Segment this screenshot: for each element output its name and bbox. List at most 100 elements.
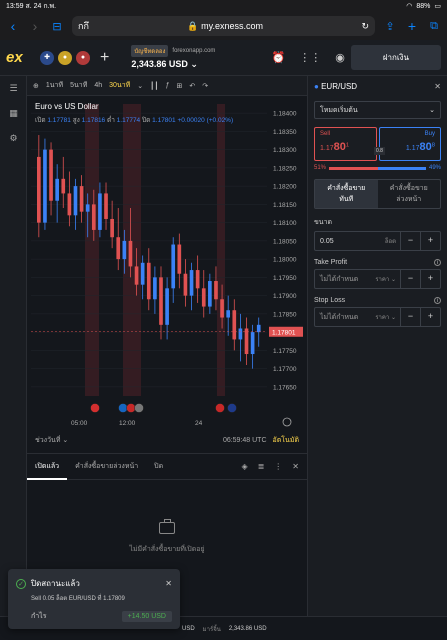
more-icon[interactable]: ⋮: [274, 462, 282, 471]
layout-icon[interactable]: ⊞: [176, 82, 182, 90]
candle-body: [43, 149, 47, 223]
y-tick-label: 1.17850: [273, 311, 297, 318]
last-price-label: 1.17801: [272, 329, 296, 336]
date: ส. 24 ก.พ.: [25, 2, 57, 10]
undo-icon[interactable]: ↶: [189, 82, 195, 90]
indicators-icon[interactable]: ƒ: [166, 82, 170, 89]
take-profit-increase-button[interactable]: +: [420, 269, 440, 289]
buy-button[interactable]: Buy 1.17808: [378, 127, 441, 161]
mode-select-value: โหมดเริ่มต้น: [320, 106, 358, 114]
back-icon[interactable]: ‹: [6, 18, 20, 34]
flag-gold-icon[interactable]: ●: [58, 50, 72, 65]
server-time: 06:59:48 UTC: [222, 437, 267, 444]
chart-canvas[interactable]: 1.18400 1.18350 1.18300 1.18250 1.18200 1.181…: [27, 96, 307, 431]
info-icon[interactable]: i: [434, 259, 441, 266]
take-profit-unit[interactable]: ราคา ⌄: [375, 274, 400, 284]
calendar-icon[interactable]: ▦: [0, 101, 27, 126]
candle-body: [238, 328, 243, 340]
date-range-selector[interactable]: ช่วงวันที่ ⌄: [35, 435, 68, 446]
low-label: ต่ำ: [106, 117, 115, 124]
menu-icon[interactable]: ☰: [0, 76, 27, 101]
candle-body: [67, 193, 72, 216]
candle-type-icon[interactable]: ┃┃: [150, 82, 158, 90]
timeframe-30m[interactable]: 30นาที: [109, 80, 130, 91]
mode-select[interactable]: โหมดเริ่มต้น ⌄: [314, 101, 441, 119]
layers-icon[interactable]: ◈: [241, 462, 247, 471]
add-instrument-button[interactable]: +: [100, 49, 109, 67]
event-marker-icon: [118, 403, 128, 413]
close-icon[interactable]: ✕: [292, 462, 299, 471]
tabs-icon[interactable]: ⧉: [427, 20, 441, 33]
timeframe-5m[interactable]: 5นาที: [70, 80, 87, 91]
stop-loss-increase-button[interactable]: +: [420, 307, 440, 327]
session-band: [217, 104, 225, 396]
logo[interactable]: ex: [6, 49, 32, 66]
price-chart[interactable]: 1.18400 1.18350 1.18300 1.18250 1.18200 1.181…: [27, 96, 307, 450]
take-profit-input[interactable]: ไม่ได้กำหนด: [315, 274, 375, 285]
battery-percent: 88%: [416, 2, 431, 10]
low-value: 1.17774: [116, 117, 141, 124]
deposit-button[interactable]: ฝากเงิน: [350, 45, 441, 70]
tab-pending[interactable]: คำสั่งซื้อขายล่วงหน้า: [67, 454, 146, 480]
take-profit-decrease-button[interactable]: −: [400, 269, 420, 289]
timeframe-4h[interactable]: 4h: [94, 82, 102, 89]
buy-price-small: 8: [431, 142, 435, 149]
tab-closed[interactable]: ปิด: [146, 454, 171, 480]
sentiment-bar: 51% 49%: [314, 165, 441, 171]
stack-icon[interactable]: ≣: [258, 462, 265, 471]
clock: 13:59: [6, 2, 24, 10]
ohlc-legend: เปิด 1.17781 สูง 1.17816 ต่ำ 1.17774 ปิด…: [35, 115, 233, 125]
book-icon[interactable]: ⊟: [50, 20, 64, 33]
flag-gb-icon[interactable]: ✚: [40, 50, 54, 65]
profile-icon[interactable]: ◉: [335, 51, 345, 64]
y-tick-label: 1.18300: [273, 147, 297, 154]
redo-icon[interactable]: ↷: [202, 82, 208, 90]
volume-stepper: 0.05 ล็อต − +: [314, 231, 441, 251]
url-text: my.exness.com: [201, 20, 263, 31]
chevron-down-icon[interactable]: ⌄: [137, 82, 143, 90]
candle-body: [91, 204, 96, 230]
margin-label: มาร์จิ้น: [202, 626, 221, 633]
timeframe-1m[interactable]: 1นาที: [46, 80, 63, 91]
empty-state-text: ไม่มีคำสั่งซื้อขายที่เปิดอยู่: [129, 546, 205, 553]
share-icon[interactable]: ⇪: [383, 20, 397, 33]
close-icon[interactable]: ✕: [434, 82, 441, 91]
stop-loss-input[interactable]: ไม่ได้กำหนด: [315, 312, 375, 323]
reload-icon[interactable]: ↻: [361, 21, 369, 32]
stop-loss-unit[interactable]: ราคา ⌄: [375, 312, 400, 322]
alarm-icon[interactable]: ⏰: [272, 51, 286, 64]
candle-body: [134, 266, 139, 285]
volume-input[interactable]: 0.05: [315, 238, 385, 245]
session-band: [85, 104, 99, 396]
candle-body: [61, 178, 66, 194]
y-tick-label: 1.18200: [273, 184, 297, 191]
candle-body: [159, 277, 163, 325]
tab-pending-order[interactable]: คำสั่งซื้อขาย ล่วงหน้า: [378, 180, 441, 208]
x-tick-label: 12:00: [119, 420, 136, 427]
info-icon[interactable]: i: [434, 297, 441, 304]
buy-price-main: 1.17: [405, 145, 420, 152]
volume-decrease-button[interactable]: −: [400, 231, 420, 251]
flag-eu-icon[interactable]: ●: [76, 50, 90, 65]
tab-market-order[interactable]: คำสั่งซื้อขาย ทันที: [315, 180, 378, 208]
stop-loss-decrease-button[interactable]: −: [400, 307, 420, 327]
candle-body: [177, 244, 182, 274]
forward-icon[interactable]: ›: [28, 18, 42, 34]
tab-open[interactable]: เปิดแล้ว: [27, 454, 68, 480]
apps-grid-icon[interactable]: ⋮⋮: [299, 51, 321, 64]
candle-body: [244, 328, 249, 355]
buy-label: Buy: [424, 131, 435, 137]
account-selector[interactable]: บัญชีทดลอง forexonapp.com 2,343.86 USD ⌄: [131, 45, 215, 70]
settings-icon[interactable]: ⚙: [0, 126, 27, 151]
x-tick-label: 05:00: [71, 420, 88, 427]
close-icon[interactable]: ✕: [165, 579, 172, 588]
sell-button[interactable]: Sell 1.17801: [314, 127, 377, 161]
volume-increase-button[interactable]: +: [420, 231, 440, 251]
change-value: +0.00020 (+0.02%): [177, 117, 234, 124]
new-tab-icon[interactable]: +: [405, 18, 419, 34]
auto-scale-toggle[interactable]: อัตโนมัติ: [273, 435, 299, 446]
add-indicator-icon[interactable]: ⊕: [33, 82, 39, 90]
stop-loss-stepper: ไม่ได้กำหนด ราคา ⌄ − +: [314, 307, 441, 327]
wifi-icon: ◠: [406, 3, 413, 10]
address-bar[interactable]: กกึ 🔒 my.exness.com ↻: [72, 16, 375, 36]
